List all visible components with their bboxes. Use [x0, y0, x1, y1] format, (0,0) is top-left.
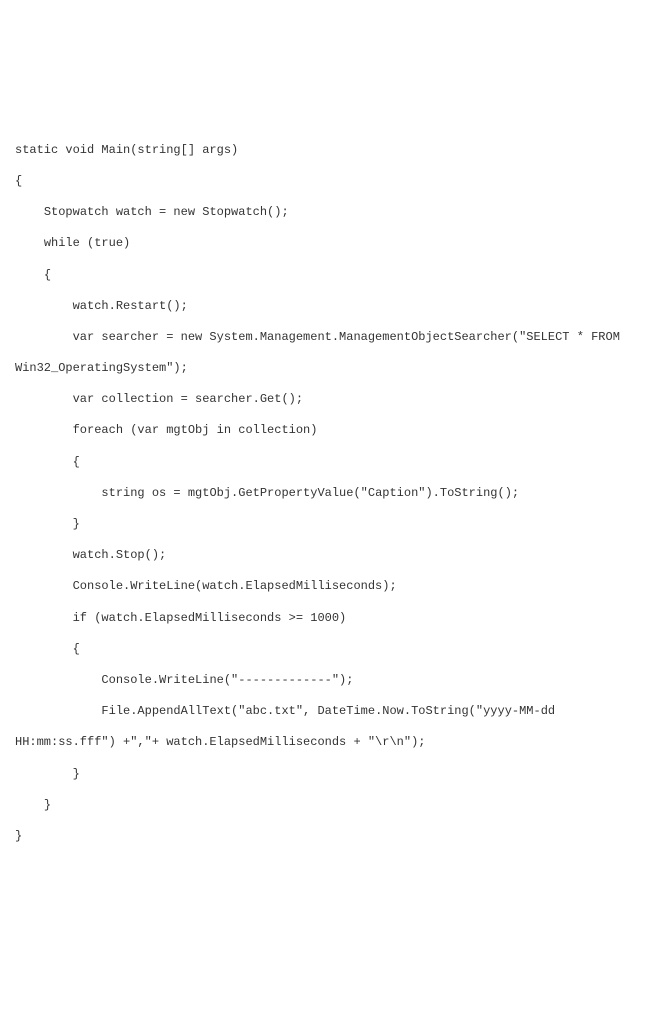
code-line: } — [15, 517, 80, 531]
code-snippet: static void Main(string[] args) { Stopwa… — [15, 135, 642, 852]
code-line: } — [15, 829, 22, 843]
code-line: if (watch.ElapsedMilliseconds >= 1000) — [15, 611, 346, 625]
code-line: File.AppendAllText("abc.txt", DateTime.N… — [15, 704, 562, 749]
code-line: } — [15, 767, 80, 781]
code-line: { — [15, 174, 22, 188]
code-line: { — [15, 642, 80, 656]
code-line: Stopwatch watch = new Stopwatch(); — [15, 205, 289, 219]
code-line: } — [15, 798, 51, 812]
code-line: var searcher = new System.Management.Man… — [15, 330, 627, 375]
code-line: { — [15, 455, 80, 469]
code-line: { — [15, 268, 51, 282]
code-line: Console.WriteLine("-------------"); — [15, 673, 353, 687]
code-line: watch.Stop(); — [15, 548, 166, 562]
code-line: foreach (var mgtObj in collection) — [15, 423, 317, 437]
code-line: while (true) — [15, 236, 130, 250]
code-line: Console.WriteLine(watch.ElapsedMilliseco… — [15, 579, 397, 593]
code-line: string os = mgtObj.GetPropertyValue("Cap… — [15, 486, 519, 500]
code-line: var collection = searcher.Get(); — [15, 392, 303, 406]
code-line: static void Main(string[] args) — [15, 143, 238, 157]
code-line: watch.Restart(); — [15, 299, 188, 313]
